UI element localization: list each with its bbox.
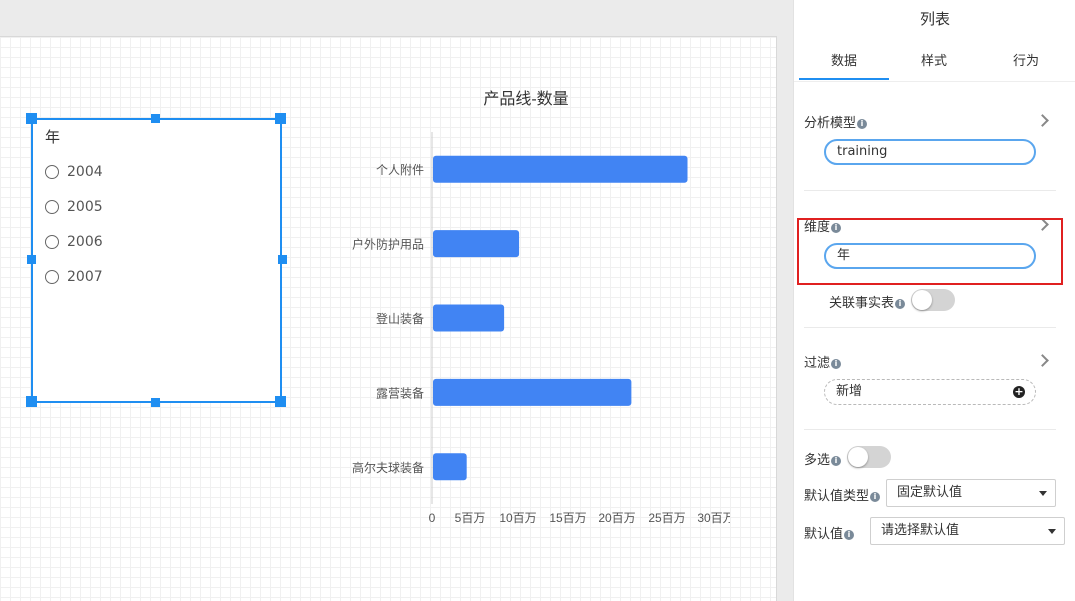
list-option-label: 2007 [67,269,103,285]
resize-handle-left[interactable] [27,255,36,264]
default-type-label-row: 默认值类型 i [804,485,881,504]
x-tick-label: 5百万 [455,511,486,525]
active-tab-indicator [799,78,889,80]
multi-select-toggle[interactable] [847,446,891,468]
x-tick-label: 15百万 [549,511,586,525]
default-value-select[interactable]: 请选择默认值 [870,517,1065,545]
info-icon[interactable]: i [831,456,842,466]
radio-icon[interactable] [45,270,59,284]
link-fact-toggle[interactable] [911,289,955,311]
add-filter-button[interactable]: 新增 + [824,379,1036,405]
info-icon[interactable]: i [870,492,881,502]
category-label: 露营装备 [376,386,424,400]
radio-icon[interactable] [45,200,59,214]
x-tick-label: 0 [429,511,436,525]
filter-label-row: 过滤 i [804,352,842,371]
default-value-label-row: 默认值 i [804,523,855,542]
tab-behavior[interactable]: 行为 [1013,50,1039,69]
list-option-label: 2006 [67,234,103,250]
model-label-row: 分析模型 i [804,112,868,131]
resize-handle-right[interactable] [278,255,287,264]
chevron-right-icon[interactable] [1036,114,1049,127]
default-value-placeholder: 请选择默认值 [881,523,960,538]
category-label: 登山装备 [376,311,424,326]
multi-label: 多选 [804,453,831,468]
default-type-value: 固定默认值 [897,485,963,500]
dimension-label-row: 维度 i [804,216,842,235]
dimension-label: 维度 [804,220,831,235]
x-tick-label: 30百万 [697,511,730,525]
list-option-2004[interactable]: 2004 [45,162,103,182]
tab-style[interactable]: 样式 [921,50,947,69]
caret-down-icon [1039,491,1047,496]
bar-3 [433,378,632,406]
list-title: 年 [45,128,61,146]
divider [804,429,1056,430]
list-option-label: 2005 [67,199,103,215]
property-panel: 列表 数据 样式 行为 分析模型 i training 维度 i 年 关联事实表 i … [793,0,1075,601]
x-tick-label: 20百万 [598,511,635,525]
link-fact-label: 关联事实表 [829,296,895,311]
bar-4 [433,453,467,481]
list-widget[interactable]: 年 2004 2005 2006 2007 [31,118,282,403]
tab-divider [794,81,1075,82]
default-type-select[interactable]: 固定默认值 [886,479,1056,507]
resize-handle-top-right[interactable] [275,113,286,124]
resize-handle-top[interactable] [151,114,160,123]
divider [804,327,1056,328]
radio-icon[interactable] [45,165,59,179]
category-label: 个人附件 [376,163,424,177]
list-option-2006[interactable]: 2006 [45,232,103,252]
chart-title: 产品线-数量 [483,90,568,108]
link-fact-label-row: 关联事实表 i [829,292,906,311]
panel-title: 列表 [919,10,950,28]
bar-0 [433,155,688,183]
filter-label: 过滤 [804,356,831,371]
chevron-right-icon[interactable] [1036,218,1049,231]
default-type-label: 默认值类型 [804,489,870,504]
x-tick-label: 25百万 [648,511,685,525]
info-icon[interactable]: i [831,223,842,233]
list-option-label: 2004 [67,164,103,180]
bar-2 [433,304,505,332]
resize-handle-bottom-left[interactable] [26,396,37,407]
info-icon[interactable]: i [895,299,906,309]
list-option-2005[interactable]: 2005 [45,197,103,217]
multi-label-row: 多选 i [804,449,842,468]
bar-1 [433,230,520,258]
x-tick-label: 10百万 [499,511,536,525]
plus-circle-icon: + [1013,385,1025,398]
resize-handle-bottom[interactable] [151,398,160,407]
model-field[interactable]: training [824,139,1036,165]
canvas-gutter [777,36,793,601]
caret-down-icon [1048,529,1056,534]
resize-handle-bottom-right[interactable] [275,396,286,407]
add-filter-label: 新增 [836,384,863,399]
divider [804,190,1056,191]
category-label: 户外防护用品 [352,237,424,252]
info-icon[interactable]: i [831,359,842,369]
tab-data[interactable]: 数据 [831,50,857,69]
bar-chart: 产品线-数量个人附件户外防护用品登山装备露营装备高尔夫球装备 0 5百万 10百万 15… [352,90,730,525]
info-icon[interactable]: i [857,119,868,129]
model-label: 分析模型 [804,116,857,131]
default-value-label: 默认值 [804,527,844,542]
chevron-right-icon[interactable] [1036,354,1049,367]
list-option-2007[interactable]: 2007 [45,267,103,287]
toggle-knob [848,447,868,467]
radio-icon[interactable] [45,235,59,249]
info-icon[interactable]: i [844,530,855,540]
resize-handle-top-left[interactable] [26,113,37,124]
toggle-knob [912,290,932,310]
category-label: 高尔夫球装备 [352,460,424,475]
dimension-field[interactable]: 年 [824,243,1036,269]
